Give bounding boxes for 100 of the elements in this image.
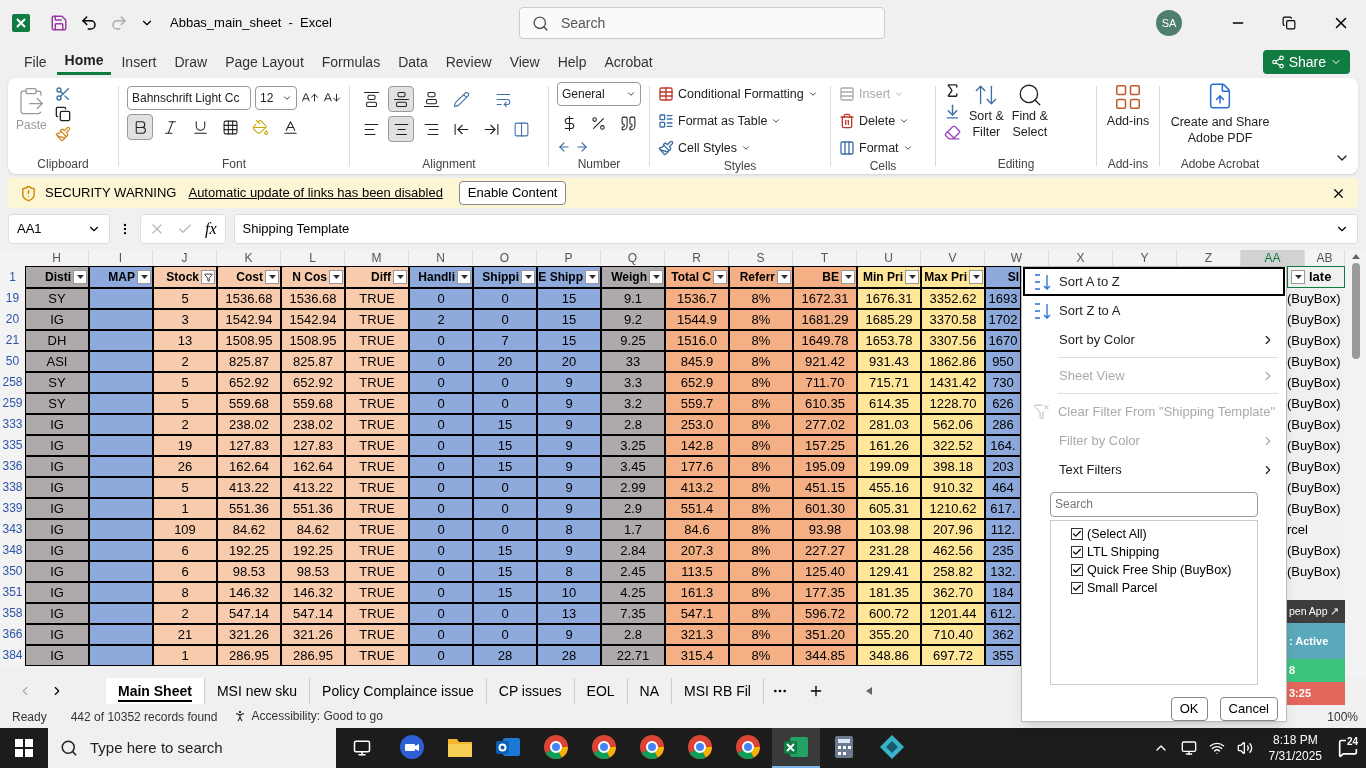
filter-button[interactable] [585, 270, 599, 284]
styles-menu-button[interactable]: Conditional Formatting [658, 82, 822, 106]
find-select-button[interactable]: Find & Select [1011, 82, 1048, 140]
name-box[interactable]: AA1 [8, 214, 110, 244]
sheet-tab[interactable]: CP issues [486, 678, 575, 704]
scrollbar-thumb[interactable] [1351, 263, 1360, 359]
filter-button[interactable] [841, 270, 855, 284]
filter-active-button[interactable] [201, 270, 215, 284]
menu-item[interactable]: Sort Z to A [1023, 296, 1285, 325]
display-icon[interactable] [1180, 740, 1197, 756]
cells-menu-button[interactable]: Delete [839, 109, 927, 133]
menu-item[interactable]: Sort by Color [1023, 325, 1285, 354]
vertical-align-button[interactable] [388, 86, 414, 112]
volume-icon[interactable] [1236, 740, 1253, 756]
sheet-tab[interactable]: Main Sheet [106, 678, 205, 704]
ribbon-tab[interactable]: Draw [166, 49, 216, 75]
fill-icon[interactable] [944, 103, 961, 120]
copy-icon[interactable] [54, 106, 71, 122]
ribbon-tab[interactable]: Help [549, 49, 595, 75]
filter-button[interactable] [329, 270, 343, 284]
value-checkbox[interactable]: Small Parcel [1071, 578, 1257, 597]
search-field[interactable]: Search [1050, 492, 1258, 517]
clock-time[interactable]: 8:18 PM [1272, 732, 1318, 748]
zoom-level[interactable]: 100% [1327, 711, 1358, 723]
ribbon-tab[interactable]: Review [437, 49, 500, 75]
warning-link[interactable]: Automatic update of links has been disabled [188, 183, 443, 203]
sort-filter-button[interactable]: Sort & Filter [969, 82, 1004, 140]
filter-button[interactable] [137, 270, 151, 284]
font-family-dropdown[interactable]: Bahnschrift Light Cc [127, 86, 251, 110]
sheet-tab[interactable]: MSI RB Fil [672, 678, 764, 704]
ribbon-tab[interactable]: View [501, 49, 548, 75]
column-header[interactable]: AA [1241, 250, 1305, 266]
filter-button[interactable] [649, 270, 663, 284]
value-checkbox[interactable]: Quick Free Ship (BuyBox) [1071, 560, 1257, 579]
value-checkbox[interactable]: LTL Shipping [1071, 542, 1257, 561]
undo-icon[interactable] [80, 14, 98, 32]
styles-menu-button[interactable]: Format as Table [658, 109, 822, 133]
dialog-button[interactable]: OK [1170, 697, 1208, 721]
table-cell: 0 [409, 372, 473, 393]
user-avatar[interactable]: SA [1156, 10, 1182, 36]
ribbon-tab[interactable]: Home [56, 49, 112, 75]
increase-decimal-icon[interactable] [557, 140, 571, 154]
task-view-icon[interactable] [353, 739, 371, 757]
widget-strip[interactable]: pen App ↗ [1287, 600, 1345, 623]
menu-item[interactable]: Text Filters [1023, 455, 1285, 484]
ribbon-tab[interactable]: Data [390, 49, 436, 75]
filter-button[interactable] [521, 270, 535, 284]
restore-icon[interactable] [1282, 16, 1296, 30]
filter-button[interactable] [73, 270, 87, 284]
table-cell: TRUE [345, 477, 409, 498]
sort-ascending-icon [1033, 272, 1053, 291]
table-format-icon [658, 113, 674, 129]
save-icon[interactable] [50, 14, 68, 32]
table-cell: TRUE [345, 435, 409, 456]
formula-field[interactable]: Shipping Template [233, 214, 1358, 244]
ribbon-tab[interactable]: Formulas [313, 49, 389, 75]
group-label: Cells [868, 160, 898, 175]
clock-date[interactable]: 7/31/2025 [1268, 748, 1322, 764]
number-format-dropdown[interactable]: General [557, 82, 641, 106]
search-field[interactable]: Search [518, 7, 885, 39]
ribbon-tab[interactable]: Insert [113, 49, 165, 75]
sheet-tab[interactable]: Policy Complaince issue [310, 678, 487, 704]
insert-function-button[interactable]: fx [205, 217, 217, 241]
scroll-up-icon[interactable] [1351, 254, 1360, 259]
sheet-tab[interactable]: MSI new sku [204, 678, 311, 704]
decrease-decimal-icon[interactable] [575, 140, 589, 154]
cells-menu-button[interactable]: Format [839, 136, 927, 160]
filter-button[interactable] [265, 270, 279, 284]
ribbon-tab[interactable]: Acrobat [596, 49, 661, 75]
enable-content-button[interactable]: Enable Content [458, 181, 567, 205]
create-pdf-button[interactable]: Create and Share Adobe PDF [1170, 82, 1270, 158]
taskbar-search-field[interactable]: Type here to search [48, 728, 336, 768]
ribbon-tab[interactable]: Page Layout [217, 49, 312, 75]
filter-button[interactable] [457, 270, 471, 284]
accessibility-status[interactable]: Accessibility: Good to go [233, 709, 383, 723]
check-icon [1072, 546, 1082, 557]
ribbon-tab[interactable]: File [16, 49, 55, 75]
bold-button[interactable] [127, 114, 153, 140]
dialog-button[interactable]: Cancel [1219, 697, 1278, 721]
table-cell: IG [25, 603, 89, 624]
menu-item[interactable]: Sort A to Z [1023, 267, 1285, 296]
filter-button[interactable] [905, 270, 919, 284]
scroll-left-icon[interactable] [865, 687, 872, 695]
font-size-dropdown[interactable]: 12 [255, 86, 297, 110]
share-button[interactable]: Share [1262, 50, 1350, 74]
add-ins-button[interactable]: Add-ins [1106, 82, 1150, 158]
filter-button[interactable] [1291, 270, 1305, 284]
styles-menu-button[interactable]: Cell Styles [658, 136, 822, 160]
network-icon[interactable] [1208, 740, 1225, 756]
eraser-icon[interactable] [944, 124, 961, 141]
value-checkbox[interactable]: (Select All) [1071, 524, 1257, 543]
sheet-tab[interactable]: EOL [574, 678, 628, 704]
filter-button[interactable] [969, 270, 983, 284]
filter-button[interactable] [713, 270, 727, 284]
sheet-tab[interactable]: NA [627, 678, 673, 704]
filter-button[interactable] [777, 270, 791, 284]
trash-icon [839, 113, 855, 129]
cut-icon[interactable] [54, 86, 71, 102]
filter-button[interactable] [393, 270, 407, 284]
horizontal-align-button[interactable] [388, 116, 414, 142]
